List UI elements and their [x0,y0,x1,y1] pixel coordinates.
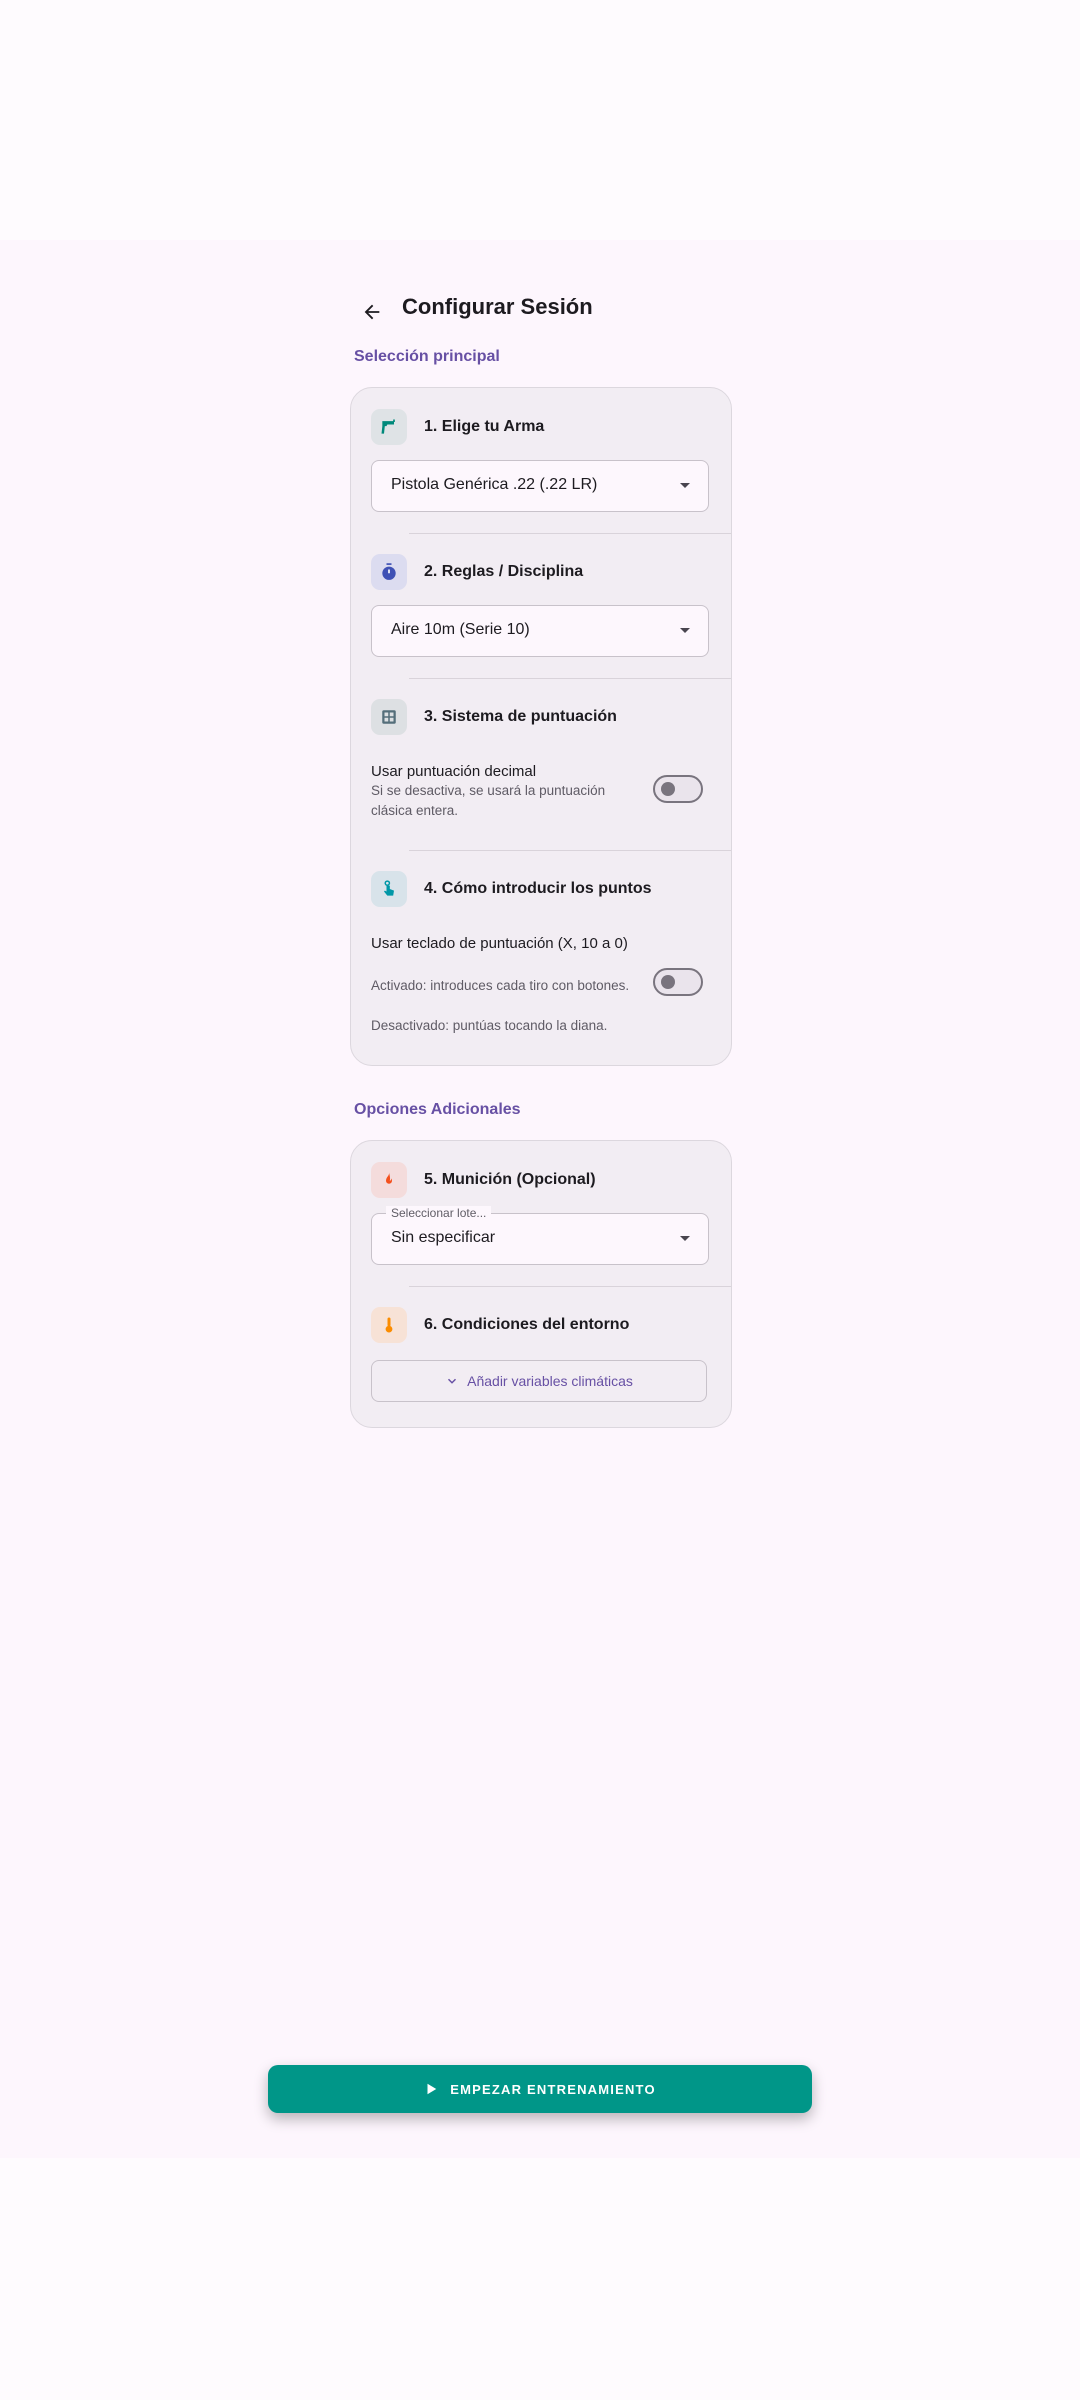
add-weather-button[interactable]: Añadir variables climáticas [371,1360,707,1402]
arrow-back-icon [364,304,380,320]
input-mode-title: 4. Cómo introducir los puntos [424,880,652,897]
scoring-option-title: Usar puntuación decimal [371,763,537,780]
section-label-main: Selección principal [354,348,500,365]
app-screen: Configurar Sesión Selección principal 1.… [0,240,1080,2158]
input-mode-option-subtitle-1: Activado: introduces cada tiro con boton… [371,978,630,993]
weapon-select[interactable]: Pistola Genérica .22 (.22 LR) [371,460,709,512]
top-bar: Configurar Sesión [350,280,750,350]
section-label-extra: Opciones Adicionales [354,1101,521,1118]
rules-select[interactable]: Aire 10m (Serie 10) [371,605,709,657]
scoring-row-header: 3. Sistema de puntuación [371,697,617,737]
switch-knob [661,975,675,989]
input-mode-option-subtitle-2: Desactivado: puntúas tocando la diana. [371,1018,608,1033]
weapon-row-header: 1. Elige tu Arma [371,407,544,447]
input-mode-row-header: 4. Cómo introducir los puntos [371,869,652,909]
decimal-scoring-switch[interactable] [653,775,703,803]
rules-title: 2. Reglas / Disciplina [424,563,584,580]
rules-row-header: 2. Reglas / Disciplina [371,552,583,592]
additional-options-card: 5. Munición (Opcional) Seleccionar lote.… [350,1140,732,1428]
play-icon [427,2083,437,2095]
scoring-title: 3. Sistema de puntuación [424,708,617,725]
weapon-title: 1. Elige tu Arma [424,418,545,435]
environment-row-header: 6. Condiciones del entorno [371,1305,629,1345]
ammo-select-label: Seleccionar lote... [386,1206,492,1220]
divider [409,850,731,851]
thermometer-icon [371,1307,407,1343]
start-training-button[interactable]: EMPEZAR ENTRENAMIENTO [268,2065,812,2113]
score-keypad-switch[interactable] [653,968,703,996]
pistol-icon [371,409,407,445]
chevron-down-icon [680,483,690,488]
touch-icon [371,871,407,907]
input-mode-option-title: Usar teclado de puntuación (X, 10 a 0) [371,935,628,952]
environment-title: 6. Condiciones del entorno [424,1316,630,1333]
start-training-label: EMPEZAR ENTRENAMIENTO [450,2081,656,2097]
divider [409,533,731,534]
add-weather-label: Añadir variables climáticas [467,1373,633,1389]
chevron-down-icon [680,1236,690,1241]
divider [409,1286,731,1287]
chevron-down-icon [680,628,690,633]
ammo-row-header: 5. Munición (Opcional) [371,1160,596,1200]
scoring-option-subtitle: Si se desactiva, se usará la puntuación … [371,783,606,818]
main-selection-card: 1. Elige tu Arma Pistola Genérica .22 (.… [350,387,732,1066]
weapon-select-value: Pistola Genérica .22 (.22 LR) [391,476,598,493]
back-button[interactable] [350,290,394,334]
ammo-title: 5. Munición (Opcional) [424,1171,596,1188]
timer-icon [371,554,407,590]
fire-icon [371,1162,407,1198]
ammo-select[interactable]: Seleccionar lote... Sin especificar [371,1206,709,1265]
page-title: Configurar Sesión [402,294,593,319]
divider [409,678,731,679]
chevron-down-icon [448,1378,457,1384]
rules-select-value: Aire 10m (Serie 10) [391,621,530,638]
calculator-icon [371,699,407,735]
ammo-select-value: Sin especificar [391,1229,496,1246]
switch-knob [661,782,675,796]
